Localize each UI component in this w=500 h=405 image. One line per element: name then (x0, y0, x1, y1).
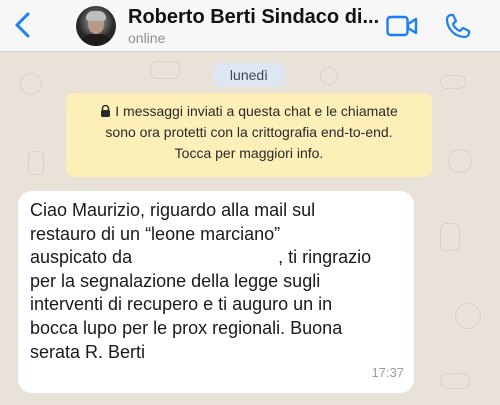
message-line: auspicato da , ti ringrazio (30, 246, 402, 270)
message-line: per la segnalazione della legge sugli (30, 270, 321, 291)
chat-area[interactable]: lunedì I messaggi inviati a questa chat … (0, 53, 500, 405)
chat-header: Roberto Berti Sindaco di... online (0, 0, 500, 52)
avatar[interactable] (76, 6, 116, 46)
video-camera-icon (386, 15, 418, 37)
voice-call-button[interactable] (444, 12, 472, 40)
message-line: bocca lupo per le prox regionali. Buona (30, 317, 343, 338)
message-line: serata R. Berti (30, 341, 146, 362)
contact-name[interactable]: Roberto Berti Sindaco di... (128, 6, 378, 29)
encryption-line-2: sono ora protetti con la crittografia en… (105, 124, 393, 140)
message-timestamp: 17:37 (371, 365, 404, 381)
message-line: restauro di un “leone marciano” (30, 223, 281, 244)
message-text: , ti ringrazio (278, 247, 372, 268)
message-text: auspicato da (30, 247, 133, 268)
message-line: Ciao Maurizio, riguardo alla mail sul (30, 200, 316, 220)
redacted-text (132, 248, 279, 267)
phone-icon (445, 13, 471, 39)
video-call-button[interactable] (386, 14, 418, 38)
message-line: interventi di recupero e ti auguro un in (30, 294, 333, 315)
back-button[interactable] (10, 10, 38, 40)
lock-icon (101, 105, 111, 117)
date-chip: lunedì (213, 63, 285, 87)
chevron-left-icon (15, 12, 30, 38)
encryption-line-3: Tocca per maggiori info. (174, 145, 324, 161)
incoming-message-bubble[interactable]: Ciao Maurizio, riguardo alla mail sul re… (18, 191, 414, 393)
contact-status: online (128, 30, 166, 46)
encryption-notice[interactable]: I messaggi inviati a questa chat e le ch… (66, 93, 432, 177)
encryption-line-1: I messaggi inviati a questa chat e le ch… (115, 103, 398, 119)
